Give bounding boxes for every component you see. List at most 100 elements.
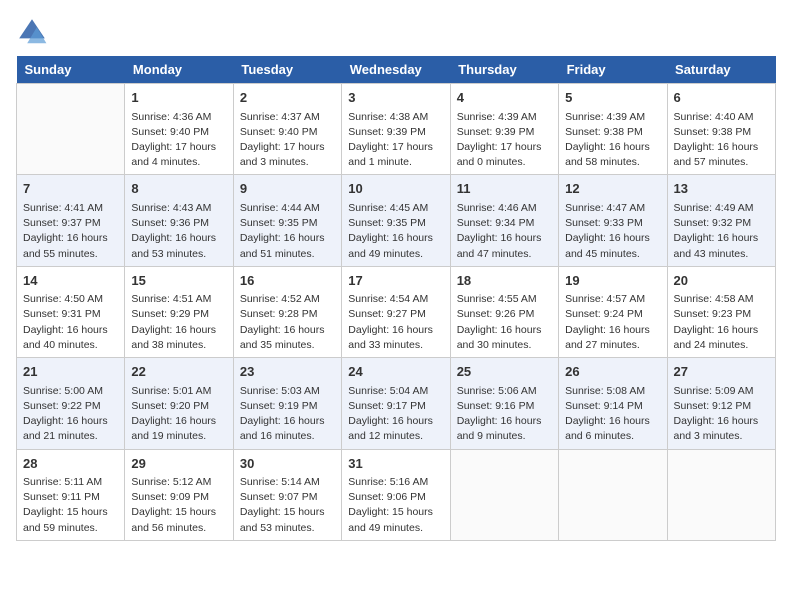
day-info: Sunrise: 5:08 AMSunset: 9:14 PMDaylight:… [565, 384, 660, 445]
calendar-cell: 23Sunrise: 5:03 AMSunset: 9:19 PMDayligh… [233, 358, 341, 449]
weekday-header-saturday: Saturday [667, 56, 775, 84]
day-number: 31 [348, 454, 443, 474]
calendar-table: SundayMondayTuesdayWednesdayThursdayFrid… [16, 56, 776, 541]
day-number: 24 [348, 362, 443, 382]
day-info: Sunrise: 5:09 AMSunset: 9:12 PMDaylight:… [674, 384, 769, 445]
day-info: Sunrise: 4:54 AMSunset: 9:27 PMDaylight:… [348, 292, 443, 353]
calendar-cell: 6Sunrise: 4:40 AMSunset: 9:38 PMDaylight… [667, 84, 775, 175]
day-info: Sunrise: 4:39 AMSunset: 9:39 PMDaylight:… [457, 110, 552, 171]
day-number: 29 [131, 454, 226, 474]
day-info: Sunrise: 5:12 AMSunset: 9:09 PMDaylight:… [131, 475, 226, 536]
day-info: Sunrise: 4:52 AMSunset: 9:28 PMDaylight:… [240, 292, 335, 353]
day-info: Sunrise: 5:00 AMSunset: 9:22 PMDaylight:… [23, 384, 118, 445]
calendar-cell: 13Sunrise: 4:49 AMSunset: 9:32 PMDayligh… [667, 175, 775, 266]
day-info: Sunrise: 4:50 AMSunset: 9:31 PMDaylight:… [23, 292, 118, 353]
calendar-cell: 27Sunrise: 5:09 AMSunset: 9:12 PMDayligh… [667, 358, 775, 449]
day-number: 9 [240, 179, 335, 199]
weekday-header-wednesday: Wednesday [342, 56, 450, 84]
day-info: Sunrise: 4:39 AMSunset: 9:38 PMDaylight:… [565, 110, 660, 171]
weekday-header-thursday: Thursday [450, 56, 558, 84]
day-info: Sunrise: 4:45 AMSunset: 9:35 PMDaylight:… [348, 201, 443, 262]
day-info: Sunrise: 4:47 AMSunset: 9:33 PMDaylight:… [565, 201, 660, 262]
day-info: Sunrise: 4:38 AMSunset: 9:39 PMDaylight:… [348, 110, 443, 171]
day-info: Sunrise: 5:04 AMSunset: 9:17 PMDaylight:… [348, 384, 443, 445]
day-info: Sunrise: 4:46 AMSunset: 9:34 PMDaylight:… [457, 201, 552, 262]
day-info: Sunrise: 5:06 AMSunset: 9:16 PMDaylight:… [457, 384, 552, 445]
day-info: Sunrise: 4:43 AMSunset: 9:36 PMDaylight:… [131, 201, 226, 262]
calendar-cell: 14Sunrise: 4:50 AMSunset: 9:31 PMDayligh… [17, 266, 125, 357]
calendar-cell: 31Sunrise: 5:16 AMSunset: 9:06 PMDayligh… [342, 449, 450, 540]
logo-icon [16, 16, 48, 48]
day-info: Sunrise: 5:01 AMSunset: 9:20 PMDaylight:… [131, 384, 226, 445]
page-header [16, 16, 776, 48]
day-info: Sunrise: 4:55 AMSunset: 9:26 PMDaylight:… [457, 292, 552, 353]
calendar-cell [17, 84, 125, 175]
weekday-header-tuesday: Tuesday [233, 56, 341, 84]
calendar-cell: 10Sunrise: 4:45 AMSunset: 9:35 PMDayligh… [342, 175, 450, 266]
calendar-cell [667, 449, 775, 540]
calendar-cell [450, 449, 558, 540]
calendar-cell: 16Sunrise: 4:52 AMSunset: 9:28 PMDayligh… [233, 266, 341, 357]
calendar-cell: 26Sunrise: 5:08 AMSunset: 9:14 PMDayligh… [559, 358, 667, 449]
day-number: 16 [240, 271, 335, 291]
calendar-cell: 3Sunrise: 4:38 AMSunset: 9:39 PMDaylight… [342, 84, 450, 175]
calendar-cell: 2Sunrise: 4:37 AMSunset: 9:40 PMDaylight… [233, 84, 341, 175]
day-number: 25 [457, 362, 552, 382]
calendar-cell: 9Sunrise: 4:44 AMSunset: 9:35 PMDaylight… [233, 175, 341, 266]
day-number: 26 [565, 362, 660, 382]
calendar-cell: 30Sunrise: 5:14 AMSunset: 9:07 PMDayligh… [233, 449, 341, 540]
day-number: 14 [23, 271, 118, 291]
calendar-week-4: 21Sunrise: 5:00 AMSunset: 9:22 PMDayligh… [17, 358, 776, 449]
calendar-cell: 19Sunrise: 4:57 AMSunset: 9:24 PMDayligh… [559, 266, 667, 357]
calendar-cell: 28Sunrise: 5:11 AMSunset: 9:11 PMDayligh… [17, 449, 125, 540]
calendar-cell: 12Sunrise: 4:47 AMSunset: 9:33 PMDayligh… [559, 175, 667, 266]
calendar-cell: 8Sunrise: 4:43 AMSunset: 9:36 PMDaylight… [125, 175, 233, 266]
day-number: 1 [131, 88, 226, 108]
day-number: 20 [674, 271, 769, 291]
day-number: 2 [240, 88, 335, 108]
day-number: 11 [457, 179, 552, 199]
day-number: 3 [348, 88, 443, 108]
day-info: Sunrise: 4:49 AMSunset: 9:32 PMDaylight:… [674, 201, 769, 262]
weekday-header-monday: Monday [125, 56, 233, 84]
day-info: Sunrise: 5:03 AMSunset: 9:19 PMDaylight:… [240, 384, 335, 445]
calendar-cell: 18Sunrise: 4:55 AMSunset: 9:26 PMDayligh… [450, 266, 558, 357]
weekday-header-row: SundayMondayTuesdayWednesdayThursdayFrid… [17, 56, 776, 84]
weekday-header-friday: Friday [559, 56, 667, 84]
day-info: Sunrise: 4:37 AMSunset: 9:40 PMDaylight:… [240, 110, 335, 171]
day-number: 23 [240, 362, 335, 382]
day-number: 15 [131, 271, 226, 291]
calendar-cell: 22Sunrise: 5:01 AMSunset: 9:20 PMDayligh… [125, 358, 233, 449]
calendar-week-3: 14Sunrise: 4:50 AMSunset: 9:31 PMDayligh… [17, 266, 776, 357]
day-number: 8 [131, 179, 226, 199]
calendar-week-5: 28Sunrise: 5:11 AMSunset: 9:11 PMDayligh… [17, 449, 776, 540]
day-number: 4 [457, 88, 552, 108]
day-info: Sunrise: 5:16 AMSunset: 9:06 PMDaylight:… [348, 475, 443, 536]
day-number: 12 [565, 179, 660, 199]
calendar-cell: 5Sunrise: 4:39 AMSunset: 9:38 PMDaylight… [559, 84, 667, 175]
weekday-header-sunday: Sunday [17, 56, 125, 84]
day-info: Sunrise: 4:41 AMSunset: 9:37 PMDaylight:… [23, 201, 118, 262]
calendar-cell: 29Sunrise: 5:12 AMSunset: 9:09 PMDayligh… [125, 449, 233, 540]
calendar-cell: 20Sunrise: 4:58 AMSunset: 9:23 PMDayligh… [667, 266, 775, 357]
calendar-cell [559, 449, 667, 540]
day-number: 10 [348, 179, 443, 199]
calendar-cell: 11Sunrise: 4:46 AMSunset: 9:34 PMDayligh… [450, 175, 558, 266]
day-number: 17 [348, 271, 443, 291]
calendar-cell: 17Sunrise: 4:54 AMSunset: 9:27 PMDayligh… [342, 266, 450, 357]
day-number: 5 [565, 88, 660, 108]
day-number: 18 [457, 271, 552, 291]
day-number: 7 [23, 179, 118, 199]
calendar-week-2: 7Sunrise: 4:41 AMSunset: 9:37 PMDaylight… [17, 175, 776, 266]
day-number: 22 [131, 362, 226, 382]
day-info: Sunrise: 4:40 AMSunset: 9:38 PMDaylight:… [674, 110, 769, 171]
calendar-cell: 25Sunrise: 5:06 AMSunset: 9:16 PMDayligh… [450, 358, 558, 449]
calendar-cell: 15Sunrise: 4:51 AMSunset: 9:29 PMDayligh… [125, 266, 233, 357]
calendar-cell: 4Sunrise: 4:39 AMSunset: 9:39 PMDaylight… [450, 84, 558, 175]
logo [16, 16, 52, 48]
day-number: 13 [674, 179, 769, 199]
day-number: 30 [240, 454, 335, 474]
day-info: Sunrise: 4:57 AMSunset: 9:24 PMDaylight:… [565, 292, 660, 353]
calendar-cell: 24Sunrise: 5:04 AMSunset: 9:17 PMDayligh… [342, 358, 450, 449]
calendar-cell: 1Sunrise: 4:36 AMSunset: 9:40 PMDaylight… [125, 84, 233, 175]
